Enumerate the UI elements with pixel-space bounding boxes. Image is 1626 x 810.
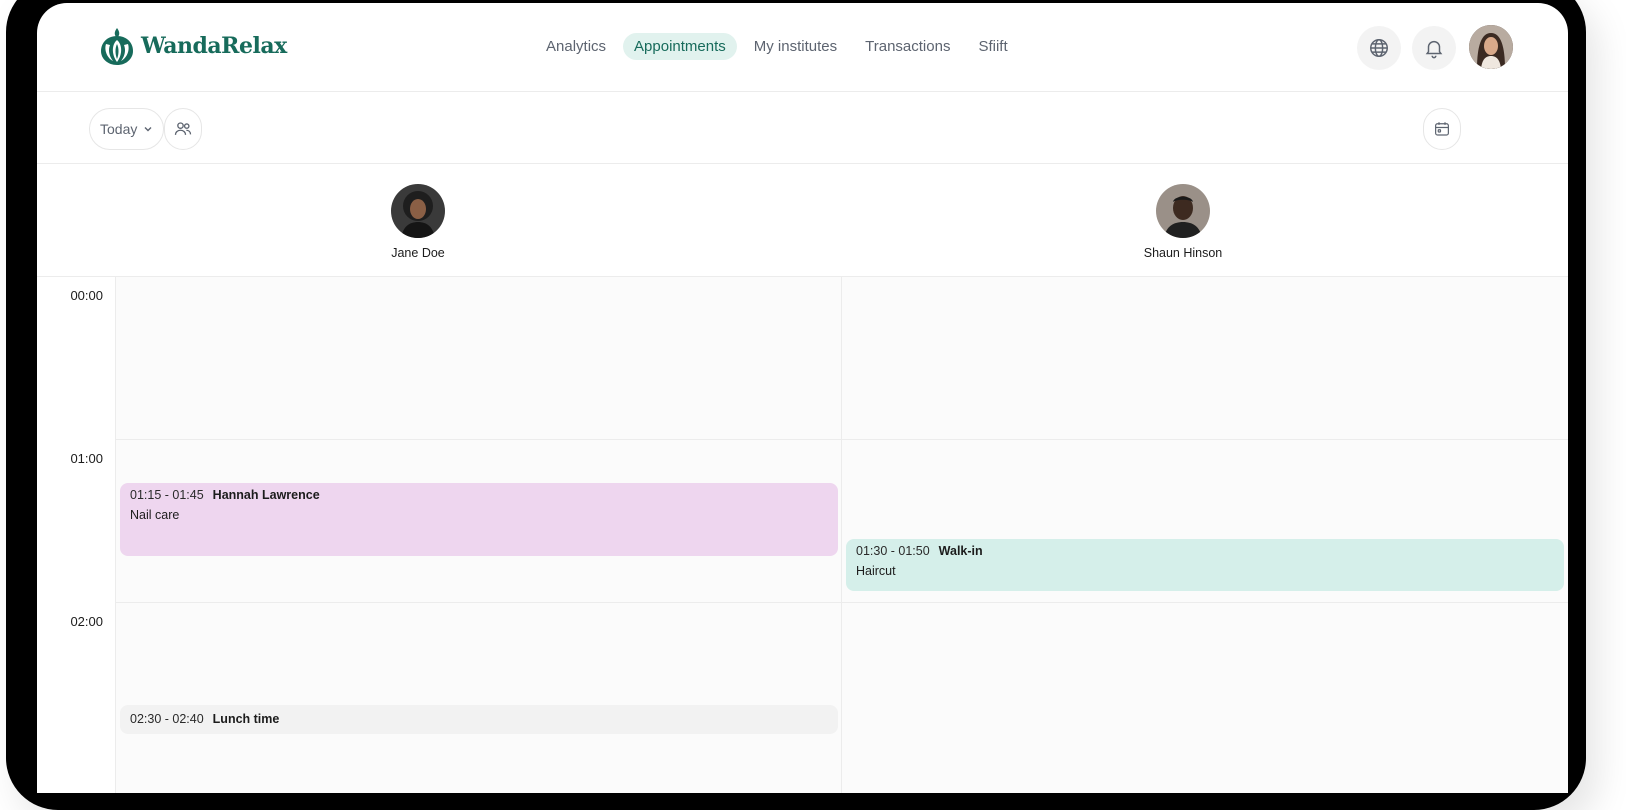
staff-filter-button[interactable] <box>164 108 202 150</box>
main-nav: Analytics Appointments My institutes Tra… <box>535 33 1019 60</box>
appointment-time: 01:15 - 01:45 <box>130 488 204 502</box>
top-navigation-bar: WandaRelax Analytics Appointments My ins… <box>37 3 1568 92</box>
appointment-card[interactable]: 01:30 - 01:50 Walk-in Haircut <box>846 539 1564 591</box>
hour-label: 00:00 <box>70 288 103 303</box>
bell-icon <box>1425 40 1443 59</box>
device-frame: WandaRelax Analytics Appointments My ins… <box>6 0 1586 810</box>
date-filter-label: Today <box>100 121 138 137</box>
person-photo-icon <box>1156 184 1210 238</box>
notifications-button[interactable] <box>1412 26 1456 70</box>
users-icon <box>174 122 192 135</box>
language-button[interactable] <box>1357 26 1401 70</box>
appointment-client: Lunch time <box>212 712 280 726</box>
nav-analytics[interactable]: Analytics <box>535 33 617 60</box>
staff-avatar <box>1156 184 1210 238</box>
nav-appointments[interactable]: Appointments <box>623 33 737 60</box>
calendar-grid: 00:00 01:00 02:00 01:15 - 01:45 Hannah L… <box>37 277 1568 793</box>
appointment-service: Nail care <box>130 508 180 522</box>
calendar-toolbar: Today <box>37 92 1568 164</box>
staff-name: Jane Doe <box>391 246 445 260</box>
staff-column-header[interactable]: Jane Doe <box>318 184 518 260</box>
appointment-card[interactable]: 01:15 - 01:45 Hannah Lawrence Nail care <box>120 483 838 556</box>
staff-avatar <box>391 184 445 238</box>
calendar-picker-button[interactable] <box>1423 108 1461 150</box>
hour-divider <box>116 439 841 440</box>
staff-column-header[interactable]: Shaun Hinson <box>1083 184 1283 260</box>
user-photo-icon <box>1469 25 1513 69</box>
staff-name: Shaun Hinson <box>1143 246 1223 260</box>
appointment-time: 01:30 - 01:50 <box>856 544 930 558</box>
app-screen: WandaRelax Analytics Appointments My ins… <box>37 3 1568 793</box>
profile-avatar[interactable] <box>1469 25 1513 69</box>
date-filter-dropdown[interactable]: Today <box>89 108 165 150</box>
hour-label: 02:00 <box>70 614 103 629</box>
brand-logo[interactable]: WandaRelax <box>99 26 287 66</box>
calendar-icon <box>1435 122 1449 136</box>
globe-icon <box>1370 39 1388 57</box>
hour-divider <box>116 602 841 603</box>
appointment-service: Haircut <box>856 564 896 578</box>
appointment-client: Walk-in <box>938 544 983 558</box>
nav-sfiift[interactable]: Sfiift <box>967 33 1018 60</box>
brand-name: WandaRelax <box>141 33 287 59</box>
staff-day-column[interactable]: 01:30 - 01:50 Walk-in Haircut <box>841 277 1568 793</box>
chevron-down-icon <box>144 127 152 132</box>
nav-my-institutes[interactable]: My institutes <box>743 33 848 60</box>
time-column: 00:00 01:00 02:00 <box>37 277 115 793</box>
staff-header: Jane Doe Shaun Hinson <box>37 164 1568 277</box>
nav-transactions[interactable]: Transactions <box>854 33 961 60</box>
staff-day-column[interactable]: 01:15 - 01:45 Hannah Lawrence Nail care … <box>115 277 841 793</box>
appointment-client: Hannah Lawrence <box>212 488 320 502</box>
hour-divider <box>842 602 1568 603</box>
appointment-card[interactable]: 02:30 - 02:40 Lunch time <box>120 705 838 734</box>
appointment-time: 02:30 - 02:40 <box>130 712 204 726</box>
hour-label: 01:00 <box>70 451 103 466</box>
person-photo-icon <box>391 184 445 238</box>
hour-divider <box>842 439 1568 440</box>
lotus-logo-icon <box>101 28 133 65</box>
